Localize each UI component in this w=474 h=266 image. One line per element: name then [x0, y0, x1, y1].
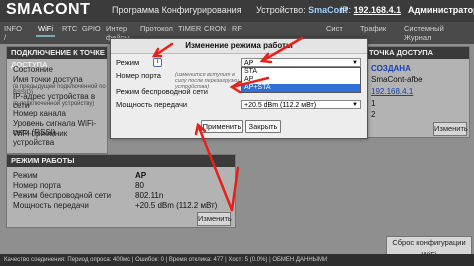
arrow-to-apply-button: [194, 122, 240, 212]
arrow-to-info-icon: [151, 42, 174, 58]
arrow-to-ap-sta-option: [229, 76, 270, 94]
arrow-to-mode-select: [259, 36, 304, 64]
annotation-arrows: [151, 36, 304, 212]
